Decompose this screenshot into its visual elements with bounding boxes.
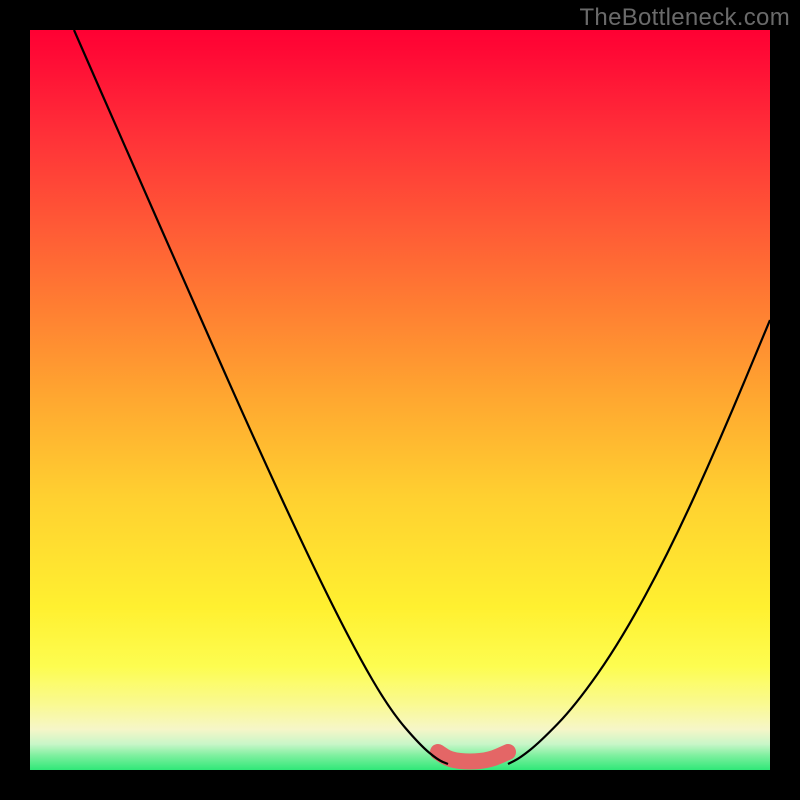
- curve-svg: [30, 30, 770, 770]
- chart-frame: TheBottleneck.com: [0, 0, 800, 800]
- curve-right-arm: [508, 320, 770, 764]
- bottom-highlight-bar: [438, 752, 508, 762]
- plot-area: [30, 30, 770, 770]
- curve-left-arm: [74, 30, 448, 764]
- watermark-text: TheBottleneck.com: [579, 4, 790, 32]
